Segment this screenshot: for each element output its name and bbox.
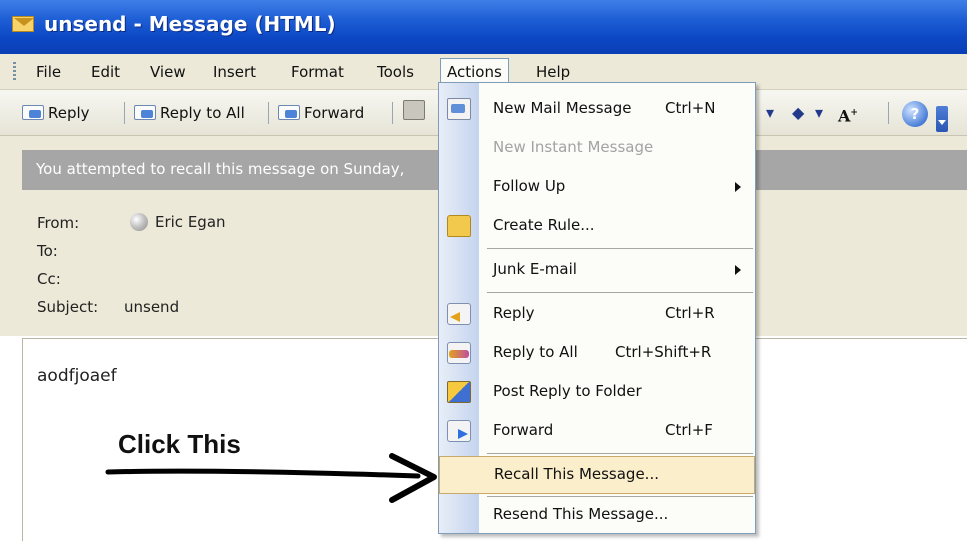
- help-icon[interactable]: ?: [902, 101, 928, 127]
- post-reply-icon: [447, 381, 471, 403]
- reply-icon: [447, 303, 471, 325]
- new-mail-icon: [447, 98, 471, 120]
- to-label: To:: [37, 242, 58, 260]
- reply-all-button-label: Reply to All: [160, 104, 245, 122]
- info-bar-text: You attempted to recall this message on …: [36, 160, 405, 178]
- menu-item-label: Junk E-mail: [493, 260, 577, 278]
- menu-separator: [487, 248, 753, 249]
- create-rule-icon: [447, 215, 471, 237]
- reply-icon: [22, 105, 44, 120]
- cc-label: Cc:: [37, 270, 61, 288]
- menu-item-junk-email[interactable]: Junk E-mail: [439, 252, 755, 290]
- envelope-icon: [12, 16, 34, 32]
- menu-item-label: Create Rule...: [493, 216, 595, 234]
- toolbar-options-icon[interactable]: [936, 106, 948, 132]
- menu-separator: [487, 453, 753, 454]
- reply-all-icon: [134, 105, 156, 120]
- menu-item-reply-to-all[interactable]: Reply to All Ctrl+Shift+R: [439, 335, 755, 373]
- menu-item-forward[interactable]: Forward Ctrl+F: [439, 413, 755, 451]
- forward-icon: [447, 420, 471, 442]
- menu-item-create-rule[interactable]: Create Rule...: [439, 208, 755, 246]
- menu-item-shortcut: Ctrl+F: [665, 421, 713, 439]
- menu-view[interactable]: View: [144, 58, 192, 86]
- next-item-icon[interactable]: ◆: [792, 100, 804, 126]
- menu-item-post-reply-to-folder[interactable]: Post Reply to Folder: [439, 374, 755, 412]
- from-value[interactable]: Eric Egan: [155, 213, 226, 231]
- menu-item-follow-up[interactable]: Follow Up: [439, 169, 755, 207]
- menu-item-label: Reply to All: [493, 343, 578, 361]
- presence-icon: [130, 213, 148, 231]
- annotation-arrow-icon: [105, 453, 437, 503]
- menu-item-recall-this-message[interactable]: Recall This Message...: [439, 456, 755, 494]
- menu-item-shortcut: Ctrl+R: [665, 304, 715, 322]
- menu-item-label: Recall This Message...: [494, 465, 659, 483]
- reply-all-icon: [447, 342, 471, 364]
- menu-item-shortcut: Ctrl+N: [665, 99, 716, 117]
- submenu-arrow-icon: [735, 265, 741, 275]
- menu-item-label: Resend This Message...: [493, 505, 669, 523]
- toolbar-separator: [888, 102, 889, 124]
- menu-item-label: Forward: [493, 421, 554, 439]
- menu-insert[interactable]: Insert: [207, 58, 262, 86]
- menu-item-resend-this-message[interactable]: Resend This Message...: [439, 497, 755, 535]
- menu-item-reply[interactable]: Reply Ctrl+R: [439, 296, 755, 334]
- print-icon[interactable]: [403, 100, 425, 120]
- menu-tools[interactable]: Tools: [371, 58, 420, 86]
- menu-edit[interactable]: Edit: [85, 58, 126, 86]
- toolbar-separator: [268, 102, 269, 124]
- menu-item-label: Reply: [493, 304, 535, 322]
- toolbar-separator: [392, 102, 393, 124]
- menu-item-shortcut: Ctrl+Shift+R: [615, 343, 712, 361]
- forward-button[interactable]: Forward: [274, 100, 364, 126]
- reply-button-label: Reply: [48, 104, 90, 122]
- menu-item-label: Follow Up: [493, 177, 566, 195]
- move-down-icon[interactable]: ▾: [766, 100, 774, 126]
- menu-item-label: New Mail Message: [493, 99, 632, 117]
- toolbar-separator: [124, 102, 125, 124]
- message-body-text: aodfjoaef: [37, 366, 117, 386]
- menu-format[interactable]: Format: [285, 58, 350, 86]
- forward-icon: [278, 105, 300, 120]
- menu-item-new-instant-message: New Instant Message: [439, 130, 755, 168]
- menu-file[interactable]: File: [30, 58, 67, 86]
- title-bar: unsend - Message (HTML): [0, 0, 967, 54]
- menu-item-label: New Instant Message: [493, 138, 654, 156]
- reply-button[interactable]: Reply: [18, 100, 90, 126]
- from-label: From:: [37, 214, 80, 232]
- toolbar-grip[interactable]: [13, 62, 16, 80]
- reply-all-button[interactable]: Reply to All: [130, 100, 245, 126]
- forward-button-label: Forward: [304, 104, 365, 122]
- menu-separator: [487, 292, 753, 293]
- submenu-arrow-icon: [735, 182, 741, 192]
- next-dropdown-icon[interactable]: ▾: [815, 100, 823, 126]
- subject-value: unsend: [124, 298, 180, 316]
- font-size-icon[interactable]: A+: [838, 100, 858, 126]
- window-title: unsend - Message (HTML): [44, 12, 336, 36]
- menu-item-new-mail-message[interactable]: New Mail Message Ctrl+N: [439, 91, 755, 129]
- menu-item-label: Post Reply to Folder: [493, 382, 642, 400]
- subject-label: Subject:: [37, 298, 99, 316]
- actions-menu: New Mail Message Ctrl+N New Instant Mess…: [438, 82, 756, 534]
